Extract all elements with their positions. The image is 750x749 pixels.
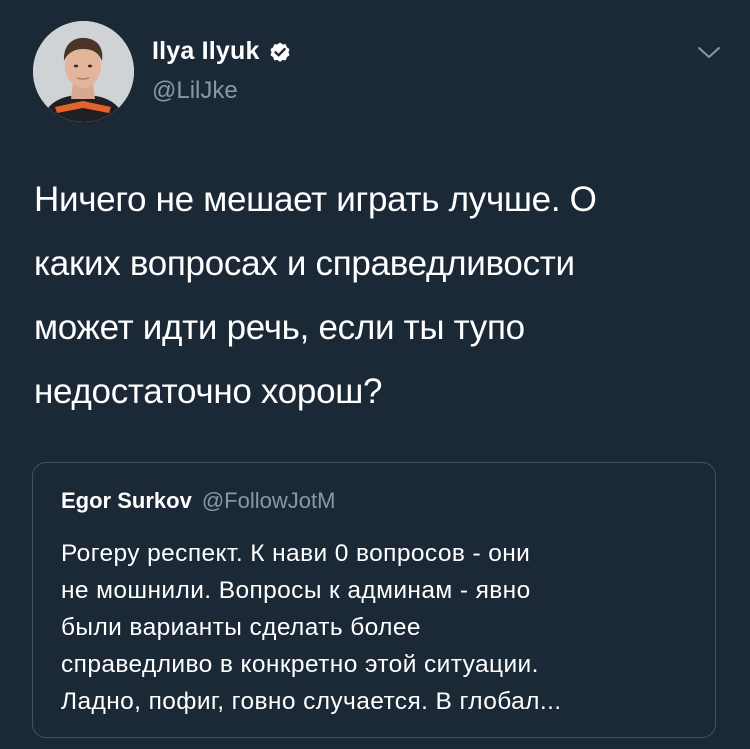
tweet-text-line: может идти речь, если ты тупо xyxy=(34,308,525,347)
quoted-text-line: Рогеру респект. К нави 0 вопросов - они xyxy=(61,540,531,567)
tweet-text: Ничего не мешает играть лучше. О каких в… xyxy=(34,168,724,424)
verified-badge-icon xyxy=(268,40,292,64)
quoted-text-line: справедливо в конкретно этой ситуации. xyxy=(61,651,539,678)
tweet-text-line: каких вопросах и справедливости xyxy=(34,244,575,283)
author-name-row[interactable]: Ilya Ilyuk xyxy=(152,37,292,66)
author-display-name[interactable]: Ilya Ilyuk xyxy=(152,37,260,66)
tweet-header: Ilya Ilyuk @LilJke xyxy=(0,0,750,150)
quoted-tweet-card[interactable]: Egor Surkov @FollowJotM Рогеру респект. … xyxy=(32,462,716,738)
chevron-down-icon[interactable] xyxy=(694,38,724,68)
quoted-text-line: были варианты сделать более xyxy=(61,614,421,641)
quoted-author-handle: @FollowJotM xyxy=(201,488,336,513)
avatar-image xyxy=(33,21,134,122)
quoted-tweet-header: Egor Surkov @FollowJotM xyxy=(61,488,335,514)
quoted-tweet-text: Рогеру респект. К нави 0 вопросов - они … xyxy=(61,535,701,720)
tweet-text-line: Ничего не мешает играть лучше. О xyxy=(34,180,597,219)
avatar[interactable] xyxy=(33,21,134,122)
tweet-text-line: недостаточно хорош? xyxy=(34,372,383,411)
author-handle[interactable]: @LilJke xyxy=(152,77,238,105)
quoted-text-line: не мошнили. Вопросы к админам - явно xyxy=(61,577,531,604)
quoted-author-name: Egor Surkov xyxy=(61,488,192,513)
quoted-text-line: Ладно, пофиг, говно случается. В глобал.… xyxy=(61,688,562,715)
